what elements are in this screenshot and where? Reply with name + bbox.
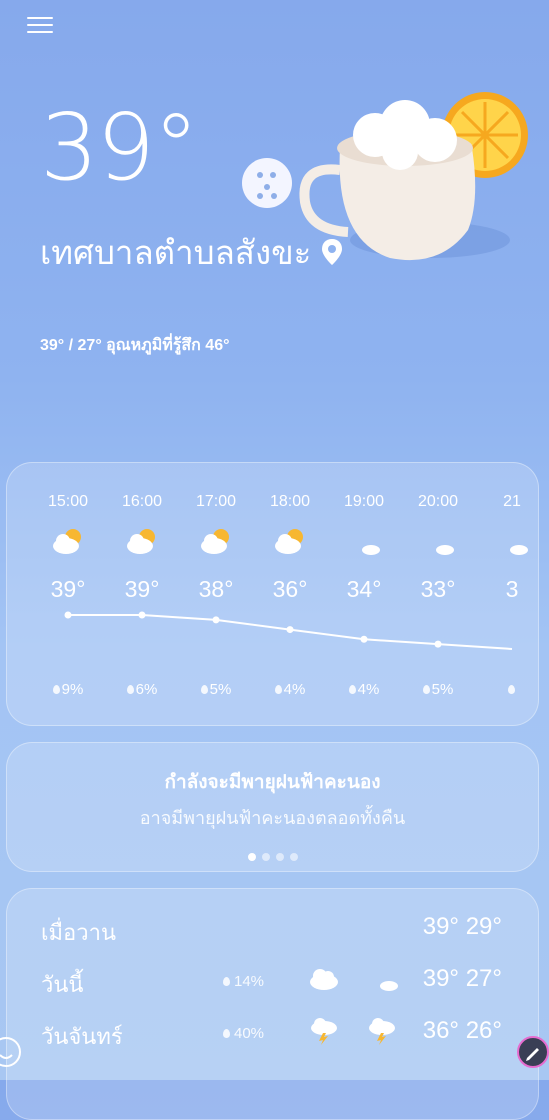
- precipitation-value: 40%: [234, 1025, 265, 1042]
- precipitation-value: 5%: [209, 681, 232, 698]
- daily-row[interactable]: วันจันทร์ 40% 36° 26°: [7, 1013, 538, 1053]
- hour-weather-icon: [38, 527, 98, 557]
- day-precipitation: 14%: [223, 973, 264, 990]
- hour-precipitation: 4%: [260, 681, 320, 698]
- hour-temperature: 36°: [272, 576, 308, 602]
- raindrop-icon: [126, 685, 134, 694]
- hour-precipitation: 4%: [334, 681, 394, 698]
- partly-cloudy-night-icon: [374, 966, 398, 991]
- hour-precipitation: 5%: [186, 681, 246, 698]
- raindrop-icon: [52, 685, 60, 694]
- hour-time: 19:00: [343, 493, 385, 510]
- day-name: วันจันทร์: [41, 1024, 123, 1049]
- hour-temperature: 39°: [50, 576, 86, 602]
- hour-precipitation: 6%: [112, 681, 172, 698]
- hour-temperature: 39°: [124, 576, 160, 602]
- day-precipitation: 40%: [223, 1025, 264, 1042]
- hour-time: 15:00: [47, 493, 89, 510]
- page-indicator: [7, 846, 538, 865]
- precipitation-value: 6%: [135, 681, 158, 698]
- precipitation-value: 4%: [357, 681, 380, 698]
- weather-alert-card[interactable]: กำลังจะมีพายุฝนฟ้าคะนอง อาจมีพายุฝนฟ้าคะ…: [6, 742, 539, 872]
- partly-cloudy-day-icon: [201, 529, 229, 554]
- temperature-point: [286, 626, 294, 634]
- raindrop-icon: [200, 685, 208, 694]
- day-temperatures: 39° 27°: [422, 965, 502, 992]
- current-temperature: 39°: [40, 94, 199, 201]
- precipitation-value: 9%: [61, 681, 84, 698]
- day-name: วันนี้: [41, 972, 84, 997]
- daily-forecast-card[interactable]: เมื่อวาน 39° 29° วันนี้ 14% 39° 27° วันจันทร์…: [6, 888, 539, 1120]
- daily-row[interactable]: เมื่อวาน 39° 29°: [7, 909, 538, 949]
- partly-cloudy-night-icon: [356, 530, 380, 555]
- daily-row[interactable]: วันนี้ 14% 39° 27°: [7, 961, 538, 1001]
- location-label: เทศบาลตำบลสังขะ: [40, 234, 312, 271]
- hour-weather-icon: [334, 527, 394, 557]
- hour-weather-icon: [408, 527, 468, 557]
- temperature-summary: 39° / 27° อุณหภูมิที่รู้สึก 46°: [40, 337, 230, 354]
- hour-time: 18:00: [269, 493, 311, 510]
- page-dot[interactable]: [247, 853, 256, 861]
- hour-time: 16:00: [121, 493, 163, 510]
- hour-temperature: 33°: [420, 576, 456, 602]
- hour-weather-icon: [186, 527, 246, 557]
- page-dot[interactable]: [275, 853, 284, 861]
- page-dot[interactable]: [261, 853, 270, 861]
- day-name: เมื่อวาน: [41, 920, 116, 945]
- partly-cloudy-night-icon: [430, 530, 454, 555]
- menu-icon[interactable]: [27, 12, 53, 38]
- edit-pen-icon[interactable]: [517, 1036, 549, 1068]
- thunderstorm-icon: [311, 1018, 337, 1045]
- hour-weather-icon: [482, 527, 538, 557]
- hour-temperature: 34°: [346, 576, 382, 602]
- hour-time: 20:00: [417, 493, 459, 510]
- partly-cloudy-night-icon: [504, 530, 528, 555]
- day-temperatures: 36° 26°: [422, 1017, 502, 1044]
- hour-time: 17:00: [195, 493, 237, 510]
- thunderstorm-icon: [369, 1018, 395, 1045]
- raindrop-icon: [507, 685, 515, 694]
- precipitation-value: 14%: [234, 973, 265, 990]
- raindrop-icon: [223, 1029, 230, 1038]
- temperature-trend-line: [68, 614, 513, 650]
- day-temperatures: 39° 29°: [422, 913, 502, 940]
- hour-temperature: 38°: [198, 576, 234, 602]
- precipitation-value: 5%: [431, 681, 454, 698]
- temperature-point: [360, 635, 368, 643]
- temperature-point: [212, 616, 220, 624]
- cloudy-icon: [310, 969, 338, 990]
- temperature-point: [138, 611, 146, 619]
- raindrop-icon: [348, 685, 356, 694]
- hourly-forecast-card[interactable]: 15:00 39° 9% 16:00 39° 6% 17:00 38° 5% 18:00 36° 4%…: [6, 462, 539, 726]
- location-pin-icon: [321, 239, 342, 265]
- hour-weather-icon: [260, 527, 320, 557]
- raindrop-icon: [223, 977, 230, 986]
- alert-title: กำลังจะมีพายุฝนฟ้าคะนอง: [164, 772, 381, 793]
- hour-precipitation: 5%: [408, 681, 468, 698]
- partly-cloudy-day-icon: [53, 529, 81, 554]
- hour-time: 21: [503, 493, 521, 510]
- feedback-smile-icon[interactable]: [0, 1036, 22, 1068]
- precipitation-value: 4%: [283, 681, 306, 698]
- hour-temperature: 3: [505, 576, 519, 602]
- page-dot[interactable]: [289, 853, 298, 861]
- temperature-point: [64, 611, 72, 619]
- raindrop-icon: [274, 685, 282, 694]
- partly-cloudy-day-icon: [275, 529, 303, 554]
- location-name[interactable]: เทศบาลตำบลสังขะ: [40, 226, 343, 279]
- raindrop-icon: [422, 685, 430, 694]
- temperature-point: [434, 640, 442, 648]
- alert-subtitle: อาจมีพายุฝนฟ้าคะนองตลอดทั้งคืน: [139, 808, 406, 828]
- hour-weather-icon: [112, 527, 172, 557]
- partly-cloudy-day-icon: [127, 529, 155, 554]
- hour-precipitation: [482, 681, 538, 698]
- hour-precipitation: 9%: [38, 681, 98, 698]
